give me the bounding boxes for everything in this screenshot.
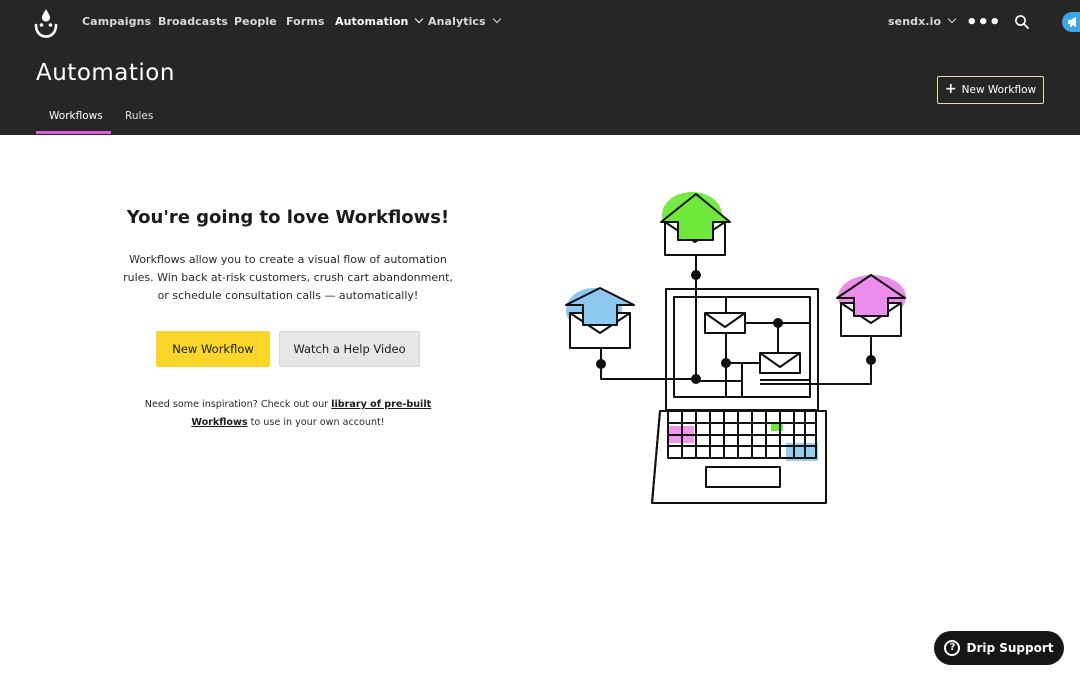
nav-automation[interactable]: Automation bbox=[335, 14, 424, 28]
nav-analytics[interactable]: Analytics bbox=[428, 14, 501, 28]
nav-people[interactable]: People bbox=[234, 15, 277, 28]
more-menu-icon[interactable]: ••• bbox=[966, 12, 1001, 33]
top-navbar: Campaigns Broadcasts People Forms Automa… bbox=[0, 0, 1080, 46]
nav-campaigns[interactable]: Campaigns bbox=[82, 15, 151, 28]
drip-logo-icon[interactable] bbox=[32, 7, 60, 39]
search-icon[interactable] bbox=[1014, 14, 1030, 30]
inspiration-prefix: Need some inspiration? Check out our bbox=[144, 399, 329, 410]
new-workflow-header-button[interactable]: + New Workflow bbox=[937, 76, 1044, 104]
question-icon: ? bbox=[944, 640, 961, 656]
page-title: Automation bbox=[36, 60, 175, 86]
tab-rules[interactable]: Rules bbox=[125, 110, 153, 122]
nav-forms[interactable]: Forms bbox=[286, 15, 325, 28]
inspiration-text: Need some inspiration? Check out our lib… bbox=[118, 396, 458, 432]
workflow-illustration bbox=[560, 185, 910, 510]
tab-workflows[interactable]: Workflows bbox=[49, 110, 103, 122]
chevron-down-icon bbox=[492, 14, 501, 24]
account-name: sendx.io bbox=[888, 15, 942, 28]
megaphone-icon[interactable] bbox=[1062, 12, 1080, 32]
empty-state-title: You're going to love Workflows! bbox=[126, 207, 450, 228]
inspiration-suffix: to use in your own account! bbox=[250, 417, 385, 428]
plus-icon: + bbox=[944, 81, 957, 97]
new-workflow-button[interactable]: New Workflow bbox=[156, 331, 270, 367]
empty-state-description: Workflows allow you to create a visual f… bbox=[123, 253, 453, 302]
new-workflow-header-label: New Workflow bbox=[961, 84, 1037, 96]
app-header: Campaigns Broadcasts People Forms Automa… bbox=[0, 0, 1080, 135]
drip-support-button[interactable]: ? Drip Support bbox=[934, 631, 1064, 665]
support-label: Drip Support bbox=[966, 641, 1054, 655]
nav-automation-label: Automation bbox=[335, 15, 409, 28]
active-tab-indicator bbox=[36, 131, 111, 134]
account-switcher[interactable]: sendx.io bbox=[888, 14, 957, 28]
nav-analytics-label: Analytics bbox=[428, 15, 486, 28]
nav-broadcasts[interactable]: Broadcasts bbox=[158, 15, 228, 28]
chevron-down-icon bbox=[415, 14, 424, 24]
chevron-down-icon bbox=[947, 14, 957, 24]
watch-help-video-button[interactable]: Watch a Help Video bbox=[279, 331, 420, 367]
